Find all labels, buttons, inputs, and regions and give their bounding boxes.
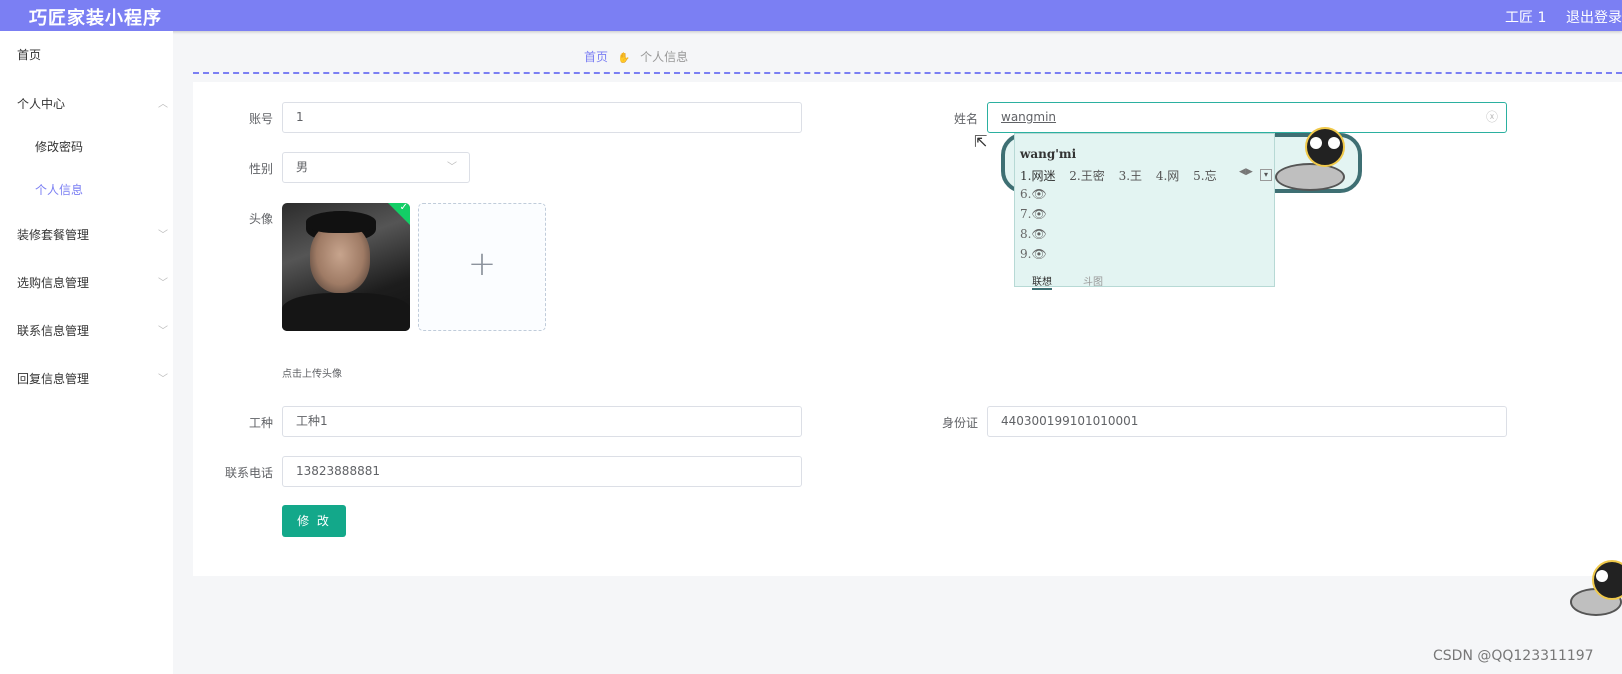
clear-icon[interactable]: ⓧ — [1486, 103, 1498, 132]
ime-candidates: 1.网迷 2.王密 3.王 4.网 5.忘 — [1020, 167, 1227, 184]
breadcrumb-separator-icon: ✋ — [617, 53, 631, 64]
avatar-hair-top — [306, 211, 376, 233]
top-bar: 巧匠家装小程序 工匠 1 退出登录 — [0, 0, 1622, 31]
cat-eye — [1596, 570, 1608, 582]
phone-value: 13823888881 — [296, 464, 380, 478]
sidebar-item-contact-management[interactable]: 联系信息管理 ﹀ — [0, 312, 173, 348]
account-field[interactable]: 1 — [282, 102, 802, 133]
cat-body — [1275, 163, 1345, 191]
current-user: 工匠 1 — [1505, 10, 1547, 26]
divider — [193, 72, 1622, 74]
sidebar-item-purchase-management[interactable]: 选购信息管理 ﹀ — [0, 264, 173, 300]
chevron-down-icon: ﹀ — [158, 374, 168, 385]
ime-tab-doutu[interactable]: 斗图 — [1083, 273, 1103, 288]
ime-tabs: 联想 斗图 — [1015, 271, 1276, 290]
watermark: CSDN @QQ123311197 — [1433, 648, 1594, 664]
mouse-cursor-icon: ⇱ — [974, 132, 988, 151]
id-label: 身份证 — [941, 416, 978, 430]
submit-button[interactable]: 修 改 — [282, 505, 346, 537]
expand-icon[interactable]: ▾ — [1260, 169, 1272, 181]
ime-row[interactable]: 7.👁 — [1020, 207, 1047, 221]
sidebar-item-label: 个人中心 — [17, 97, 66, 111]
name-value: wangmin — [1001, 110, 1057, 124]
gender-value: 男 — [296, 160, 309, 174]
job-label: 工种 — [248, 416, 273, 430]
page-arrows-icon[interactable]: ◀▶ — [1239, 167, 1253, 177]
job-field[interactable]: 工种1 — [282, 406, 802, 437]
name-label: 姓名 — [953, 112, 978, 126]
sidebar-item-reply-management[interactable]: 回复信息管理 ﹀ — [0, 360, 173, 396]
job-value: 工种1 — [296, 414, 328, 428]
sidebar-item-label: 选购信息管理 — [17, 276, 90, 290]
plus-icon: + — [467, 244, 497, 284]
cat-eye — [1328, 137, 1340, 149]
account-label: 账号 — [248, 112, 273, 126]
avatar-image[interactable]: ✓ — [282, 203, 410, 331]
eye-icon: 👁 — [1031, 227, 1047, 241]
breadcrumb-current: 个人信息 — [640, 50, 689, 64]
cat-eye — [1310, 137, 1322, 149]
ime-candidate[interactable]: 1.网迷 — [1020, 169, 1055, 183]
chevron-down-icon: ﹀ — [158, 230, 168, 241]
phone-field[interactable]: 13823888881 — [282, 456, 802, 487]
id-field[interactable]: 440300199101010001 — [987, 406, 1507, 437]
cat-mascot-icon — [1275, 125, 1365, 195]
sidebar-item-label: 首页 — [17, 48, 42, 62]
ime-pinyin: wang'mi — [1020, 147, 1077, 161]
ime-row[interactable]: 6.👁 — [1020, 187, 1047, 201]
avatar-upload-button[interactable]: + — [418, 203, 546, 331]
avatar-face — [310, 223, 370, 293]
ime-candidate[interactable]: 3.王 — [1119, 169, 1142, 183]
ime-row[interactable]: 9.👁 — [1020, 247, 1047, 261]
cat-mascot-icon — [1568, 558, 1622, 620]
name-field[interactable]: wangmin ⓧ — [987, 102, 1507, 133]
sidebar-item-package-management[interactable]: 装修套餐管理 ﹀ — [0, 216, 173, 252]
gender-select[interactable]: 男 ﹀ — [282, 152, 470, 183]
breadcrumb: 首页 ✋ 个人信息 — [584, 48, 688, 65]
ime-candidate[interactable]: 5.忘 — [1193, 169, 1216, 183]
chevron-down-icon: ﹀ — [158, 278, 168, 289]
ime-popup: wang'mi 1.网迷 2.王密 3.王 4.网 5.忘 ◀▶ ▾ 6.👁 7… — [1014, 133, 1276, 290]
gender-label: 性别 — [248, 162, 273, 176]
sidebar-item-change-password[interactable]: 修改密码 — [0, 128, 173, 164]
chevron-down-icon: ﹀ — [447, 162, 457, 173]
sidebar-item-label: 联系信息管理 — [17, 324, 90, 338]
app-title: 巧匠家装小程序 — [29, 8, 162, 29]
sidebar-item-personal-info[interactable]: 个人信息 — [0, 171, 173, 207]
sidebar-item-label: 回复信息管理 — [17, 372, 90, 386]
sidebar-item-label: 个人信息 — [35, 183, 84, 197]
sidebar-item-home[interactable]: 首页 — [0, 36, 173, 72]
upload-hint: 点击上传头像 — [282, 369, 342, 380]
sidebar: 首页 个人中心 ︿ 修改密码 个人信息 装修套餐管理 ﹀ 选购信息管理 ﹀ 联系… — [0, 31, 173, 674]
eye-icon: 👁 — [1031, 247, 1047, 261]
account-value: 1 — [296, 110, 304, 124]
ime-row[interactable]: 8.👁 — [1020, 227, 1047, 241]
eye-icon: 👁 — [1031, 207, 1047, 221]
id-value: 440300199101010001 — [1001, 414, 1139, 428]
breadcrumb-home[interactable]: 首页 — [584, 50, 608, 64]
check-icon: ✓ — [399, 203, 408, 213]
sidebar-item-label: 修改密码 — [35, 140, 84, 154]
phone-label: 联系电话 — [224, 466, 273, 480]
chevron-down-icon: ﹀ — [158, 326, 168, 337]
chevron-up-icon: ︿ — [158, 99, 168, 110]
ime-candidate[interactable]: 4.网 — [1156, 169, 1179, 183]
avatar-shirt — [282, 293, 410, 331]
sidebar-item-label: 装修套餐管理 — [17, 228, 90, 242]
ime-tab-lianxiang[interactable]: 联想 — [1032, 273, 1052, 290]
eye-icon: 👁 — [1031, 187, 1047, 201]
avatar-label: 头像 — [248, 212, 273, 226]
sidebar-item-personal-center[interactable]: 个人中心 ︿ — [0, 85, 173, 121]
ime-candidate[interactable]: 2.王密 — [1069, 169, 1104, 183]
logout-button[interactable]: 退出登录 — [1566, 7, 1622, 27]
